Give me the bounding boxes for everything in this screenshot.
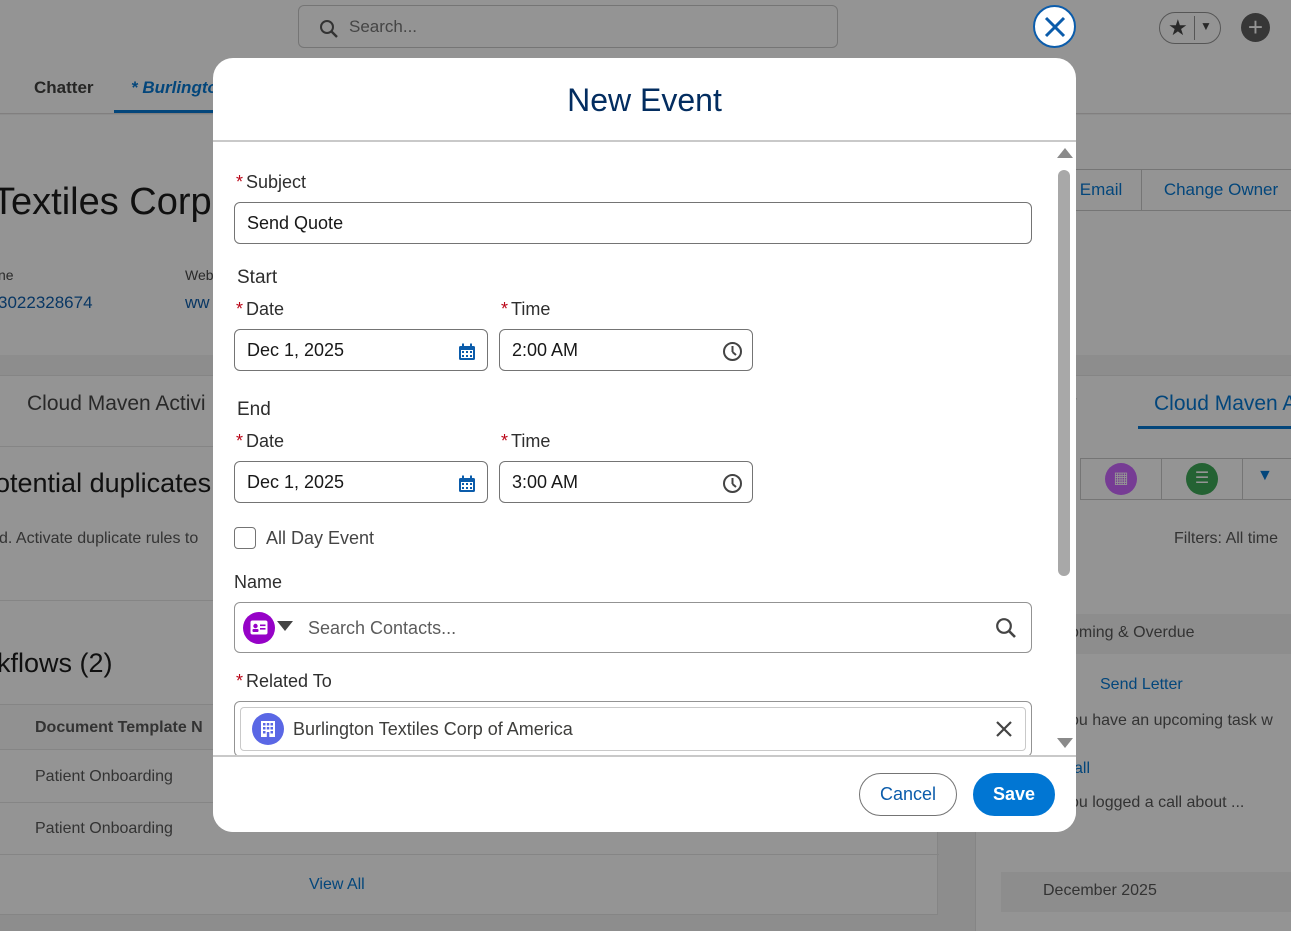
all-day-checkbox[interactable] — [234, 527, 256, 549]
subject-label-text: Subject — [246, 172, 307, 192]
save-button[interactable]: Save — [973, 773, 1055, 816]
related-to-label: * Related To — [236, 671, 332, 692]
end-time-value: 3:00 AM — [512, 472, 579, 492]
modal-header: New Event — [213, 58, 1076, 142]
end-time-field[interactable]: 3:00 AM — [499, 461, 753, 503]
chevron-down-icon[interactable] — [277, 621, 293, 631]
related-to-field[interactable]: Burlington Textiles Corp of America — [234, 701, 1032, 757]
subject-field[interactable]: Send Quote — [234, 202, 1032, 244]
start-date-value: Dec 1, 2025 — [247, 340, 345, 360]
required-mark: * — [236, 299, 244, 319]
contact-icon[interactable] — [243, 612, 275, 644]
new-event-modal: New Event * Subject Send Quote Start * Dat… — [213, 58, 1076, 832]
start-time-field[interactable]: 2:00 AM — [499, 329, 753, 371]
search-icon[interactable] — [995, 617, 1017, 639]
modal-footer: Cancel Save — [213, 755, 1076, 832]
end-date-field[interactable]: Dec 1, 2025 — [234, 461, 488, 503]
required-mark: * — [236, 671, 244, 691]
subject-label: * Subject — [236, 172, 306, 193]
clock-icon[interactable] — [722, 341, 743, 362]
end-time-label: * Time — [501, 431, 550, 452]
cancel-button[interactable]: Cancel — [859, 773, 957, 816]
calendar-icon[interactable] — [458, 343, 476, 361]
close-icon — [1044, 16, 1066, 38]
clear-icon[interactable] — [994, 719, 1014, 739]
related-to-pill[interactable]: Burlington Textiles Corp of America — [240, 707, 1026, 751]
start-time-value: 2:00 AM — [512, 340, 579, 360]
start-time-label-text: Time — [511, 299, 551, 319]
name-placeholder: Search Contacts... — [308, 618, 457, 638]
scroll-up-icon[interactable] — [1057, 148, 1073, 158]
required-mark: * — [236, 172, 244, 192]
calendar-icon[interactable] — [458, 475, 476, 493]
end-time-label-text: Time — [511, 431, 551, 451]
end-section-title: End — [237, 399, 271, 420]
required-mark: * — [236, 431, 244, 451]
scroll-thumb[interactable] — [1058, 170, 1070, 576]
subject-value: Send Quote — [247, 213, 344, 233]
name-label: Name — [234, 572, 283, 592]
start-time-label: * Time — [501, 299, 550, 320]
related-to-label-text: Related To — [246, 671, 332, 691]
start-section-title: Start — [237, 267, 278, 288]
end-date-value: Dec 1, 2025 — [247, 472, 345, 492]
close-modal-button[interactable] — [1033, 5, 1076, 48]
scroll-down-icon[interactable] — [1057, 738, 1073, 748]
clock-icon[interactable] — [722, 473, 743, 494]
required-mark: * — [501, 299, 509, 319]
name-lookup-field[interactable]: Search Contacts... — [234, 602, 1032, 653]
start-date-label-text: Date — [246, 299, 285, 319]
all-day-label: All Day Event — [266, 528, 375, 548]
end-date-label: * Date — [236, 431, 284, 452]
related-to-value: Burlington Textiles Corp of America — [293, 719, 573, 739]
start-date-label: * Date — [236, 299, 284, 320]
modal-body: * Subject Send Quote Start * Date * Time De… — [213, 142, 1076, 757]
start-date-field[interactable]: Dec 1, 2025 — [234, 329, 488, 371]
account-icon — [252, 713, 284, 745]
modal-scrollbar[interactable] — [1056, 142, 1074, 756]
modal-title: New Event — [567, 82, 722, 118]
required-mark: * — [501, 431, 509, 451]
end-date-label-text: Date — [246, 431, 285, 451]
